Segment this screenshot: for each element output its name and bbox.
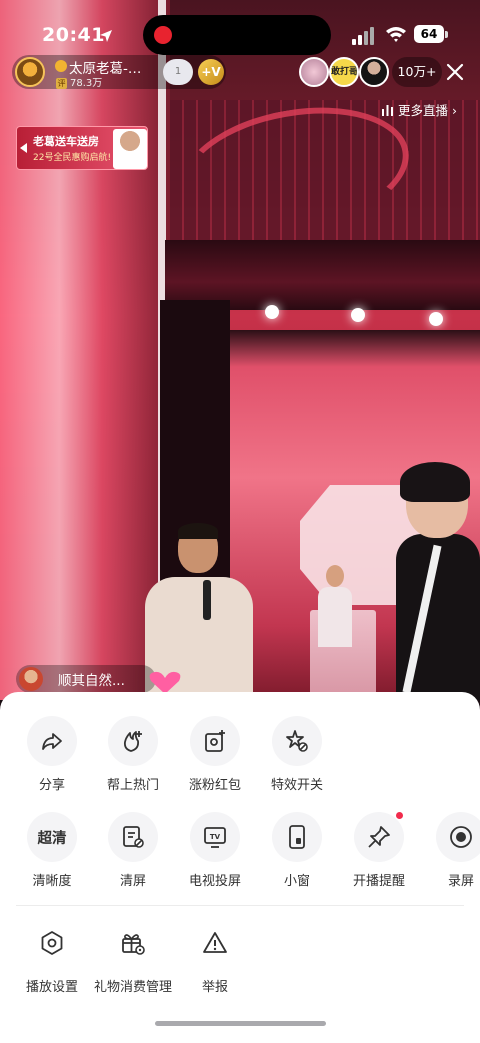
heat-badge: 评 <box>56 78 67 89</box>
clear-screen-button[interactable]: 清屏 <box>88 812 178 889</box>
battery-level: 64 <box>414 25 444 43</box>
effects-icon <box>286 730 308 752</box>
bar-chart-icon <box>382 104 393 116</box>
fire-plus-icon <box>123 731 142 752</box>
promo-card[interactable]: 老葛送车送房 22号全民惠购启航! <box>16 126 148 170</box>
streamer-info-pill[interactable]: 太原老葛-… 评 78.3万 1 +V <box>12 55 226 89</box>
notification-dot <box>396 812 403 819</box>
boost-hot-label: 帮上热门 <box>106 778 159 793</box>
host-young-man <box>396 462 480 700</box>
playback-settings-label: 播放设置 <box>25 980 78 995</box>
share-button[interactable]: 分享 <box>7 716 97 793</box>
host-woman <box>318 565 352 647</box>
screen-record-label: 录屏 <box>447 874 474 889</box>
report-warning-icon <box>203 932 227 953</box>
tv-cast-button[interactable]: TV 电视投屏 <box>170 812 260 889</box>
status-bar: 20:41 64 <box>0 0 480 55</box>
gift-management-icon <box>122 934 145 955</box>
streamer-heat: 评 78.3万 <box>56 74 102 89</box>
clear-screen-label: 清屏 <box>119 874 146 889</box>
location-arrow-icon <box>100 30 112 42</box>
report-button[interactable]: 举报 <box>170 918 260 995</box>
tv-cast-label: 电视投屏 <box>188 874 241 889</box>
gift-management-button[interactable]: 礼物消费管理 <box>88 918 178 995</box>
promo-image <box>113 129 147 169</box>
divider <box>16 905 464 906</box>
settings-hexagon-icon <box>41 931 63 955</box>
close-icon[interactable] <box>446 63 464 81</box>
battery-icon <box>445 31 448 38</box>
live-reminder-button[interactable]: 开播提醒 <box>334 812 424 889</box>
commenter-avatar <box>19 667 43 691</box>
more-options-sheet: 分享 帮上热门 涨粉红包 特效开关 超清 清晰度 清屏 TV 电视投屏 小窗 开… <box>0 692 480 1043</box>
fan-level-badge[interactable]: 1 <box>163 59 193 85</box>
recording-indicator-icon <box>154 26 172 44</box>
comment-item[interactable]: 顺其自然... <box>16 665 156 693</box>
heat-value: 78.3万 <box>70 78 103 89</box>
viewer-avatar[interactable] <box>299 57 329 87</box>
playback-settings-button[interactable]: 播放设置 <box>7 918 97 995</box>
viewer-avatar-badge[interactable]: 敢打哥 <box>329 57 359 87</box>
live-reminder-label: 开播提醒 <box>352 874 405 889</box>
clear-screen-icon <box>123 826 144 848</box>
viewer-avatar[interactable] <box>359 57 389 87</box>
red-packet-icon <box>205 730 225 752</box>
quality-label: 清晰度 <box>32 874 72 889</box>
streamer-avatar[interactable] <box>15 57 45 87</box>
gift-management-label: 礼物消费管理 <box>93 980 172 995</box>
mini-window-icon <box>289 825 305 849</box>
wifi-icon <box>386 27 406 42</box>
home-indicator[interactable] <box>155 1021 326 1026</box>
follow-button[interactable]: +V <box>198 59 224 85</box>
promo-title: 老葛送车送房 <box>33 135 99 148</box>
fan-red-packet-label: 涨粉红包 <box>188 778 241 793</box>
viewer-count[interactable]: 10万+ <box>392 57 442 87</box>
verified-icon <box>55 60 67 72</box>
promo-subtitle: 22号全民惠购启航! <box>33 153 112 163</box>
tv-cast-icon-text: TV <box>210 833 221 841</box>
share-label: 分享 <box>38 778 65 793</box>
tv-cast-icon: TV <box>204 827 226 848</box>
effects-toggle-label: 特效开关 <box>270 778 323 793</box>
report-label: 举报 <box>201 980 228 995</box>
mini-window-button[interactable]: 小窗 <box>252 812 342 889</box>
mini-window-label: 小窗 <box>283 874 310 889</box>
share-icon <box>42 733 62 750</box>
boost-hot-button[interactable]: 帮上热门 <box>88 716 178 793</box>
quality-button[interactable]: 超清 清晰度 <box>7 812 97 889</box>
cellular-signal-icon <box>352 27 374 45</box>
play-icon <box>20 143 27 153</box>
effects-toggle-button[interactable]: 特效开关 <box>252 716 342 793</box>
screen-record-button[interactable]: 录屏 <box>416 812 480 889</box>
more-live-button[interactable]: 更多直播 › <box>381 98 457 120</box>
hd-quality-icon: 超清 <box>37 830 67 847</box>
pin-reminder-icon <box>368 826 390 848</box>
comment-text: 顺其自然... <box>58 673 125 689</box>
fan-red-packet-button[interactable]: 涨粉红包 <box>170 716 260 793</box>
record-icon <box>450 826 472 848</box>
clock: 20:41 <box>42 24 105 46</box>
more-live-label: 更多直播 › <box>398 102 457 118</box>
